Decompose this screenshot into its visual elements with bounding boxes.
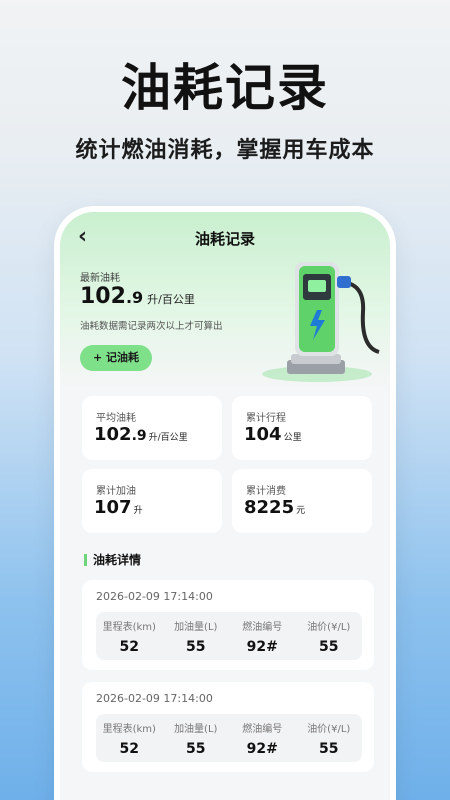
stat-card-total-spending: 累计消费 8225 元 [232, 469, 372, 533]
cell-value: 55 [319, 741, 339, 757]
hero-subtitle: 统计燃油消耗，掌握用车成本 [75, 138, 375, 163]
stat-unit: 元 [296, 506, 306, 516]
cell-value: 92# [246, 639, 278, 655]
record-date: 2026-02-09 17:14:00 [96, 692, 213, 705]
stat-value: 104 公里 [244, 424, 302, 445]
stat-label: 累计消费 [246, 486, 286, 497]
cell-value: 55 [186, 741, 206, 757]
stat-value: 107 升 [94, 497, 143, 518]
record-grid: 里程表(km) 52 加油量(L) 55 燃油编号 92# 油价(¥/L) 55 [96, 612, 362, 660]
phone-screen: ‹ 油耗记录 最新油耗 102.9 升/百公里 油耗数据需记录两次以上才可算出 +… [60, 212, 390, 800]
stat-value-int: 102 [94, 424, 132, 445]
latest-consumption-value: 102.9 升/百公里 [80, 284, 195, 309]
record-cell-fuel-amount: 加油量(L) 55 [163, 612, 230, 660]
cell-value: 92# [246, 741, 278, 757]
stat-value-int: 107 [94, 497, 132, 518]
stat-label: 平均油耗 [96, 413, 136, 424]
latest-value-dec: .9 [125, 288, 144, 307]
cell-label: 加油量(L) [174, 622, 218, 633]
details-section-title: 油耗详情 [84, 554, 141, 566]
cell-value: 55 [186, 639, 206, 655]
page-title: 油耗记录 [194, 230, 255, 248]
stat-label: 累计加油 [96, 486, 136, 497]
stat-card-average-consumption: 平均油耗 102.9 升/百公里 [82, 396, 222, 460]
latest-value-unit: 升/百公里 [147, 293, 195, 306]
cell-value: 52 [119, 741, 139, 757]
cell-value: 52 [119, 639, 139, 655]
cell-label: 里程表(km) [102, 622, 156, 633]
stat-value-int: 8225 [244, 497, 295, 518]
cell-value: 55 [319, 639, 339, 655]
hero-title: 油耗记录 [121, 59, 329, 117]
add-fuel-record-button[interactable]: + 记油耗 [80, 345, 153, 371]
cell-label: 燃油编号 [242, 622, 283, 633]
record-cell-odometer: 里程表(km) 52 [96, 714, 163, 762]
latest-value-int: 102 [80, 284, 126, 309]
record-date: 2026-02-09 17:14:00 [96, 590, 213, 603]
stat-unit: 公里 [283, 433, 302, 443]
latest-consumption-note: 油耗数据需记录两次以上才可算出 [80, 321, 223, 332]
stat-card-total-fuel: 累计加油 107 升 [82, 469, 222, 533]
record-grid: 里程表(km) 52 加油量(L) 55 燃油编号 92# 油价(¥/L) 55 [96, 714, 362, 762]
ev-charger-illustration-icon [262, 262, 380, 382]
fuel-record-card[interactable]: 2026-02-09 17:14:00 里程表(km) 52 加油量(L) 55 燃… [82, 682, 374, 772]
stat-value: 8225 元 [244, 497, 305, 518]
record-cell-fuel-grade: 燃油编号 92# [229, 612, 296, 660]
cell-label: 加油量(L) [174, 724, 218, 735]
nav-bar: ‹ 油耗记录 [60, 226, 390, 250]
stat-unit: 升/百公里 [148, 433, 188, 443]
record-cell-fuel-price: 油价(¥/L) 55 [296, 612, 363, 660]
stat-value-dec: .9 [131, 428, 147, 444]
stat-value: 102.9 升/百公里 [94, 424, 188, 445]
record-cell-odometer: 里程表(km) 52 [96, 612, 163, 660]
record-cell-fuel-price: 油价(¥/L) 55 [296, 714, 363, 762]
fuel-record-card[interactable]: 2026-02-09 17:14:00 里程表(km) 52 加油量(L) 55 燃… [82, 580, 374, 670]
cell-label: 里程表(km) [102, 724, 156, 735]
stat-value-int: 104 [244, 424, 282, 445]
stat-unit: 升 [133, 506, 143, 516]
cell-label: 油价(¥/L) [307, 724, 351, 735]
cell-label: 油价(¥/L) [307, 622, 351, 633]
stat-card-total-mileage: 累计行程 104 公里 [232, 396, 372, 460]
record-cell-fuel-grade: 燃油编号 92# [229, 714, 296, 762]
latest-consumption-label: 最新油耗 [80, 273, 120, 284]
stat-label: 累计行程 [246, 413, 286, 424]
record-cell-fuel-amount: 加油量(L) 55 [163, 714, 230, 762]
cell-label: 燃油编号 [242, 724, 283, 735]
